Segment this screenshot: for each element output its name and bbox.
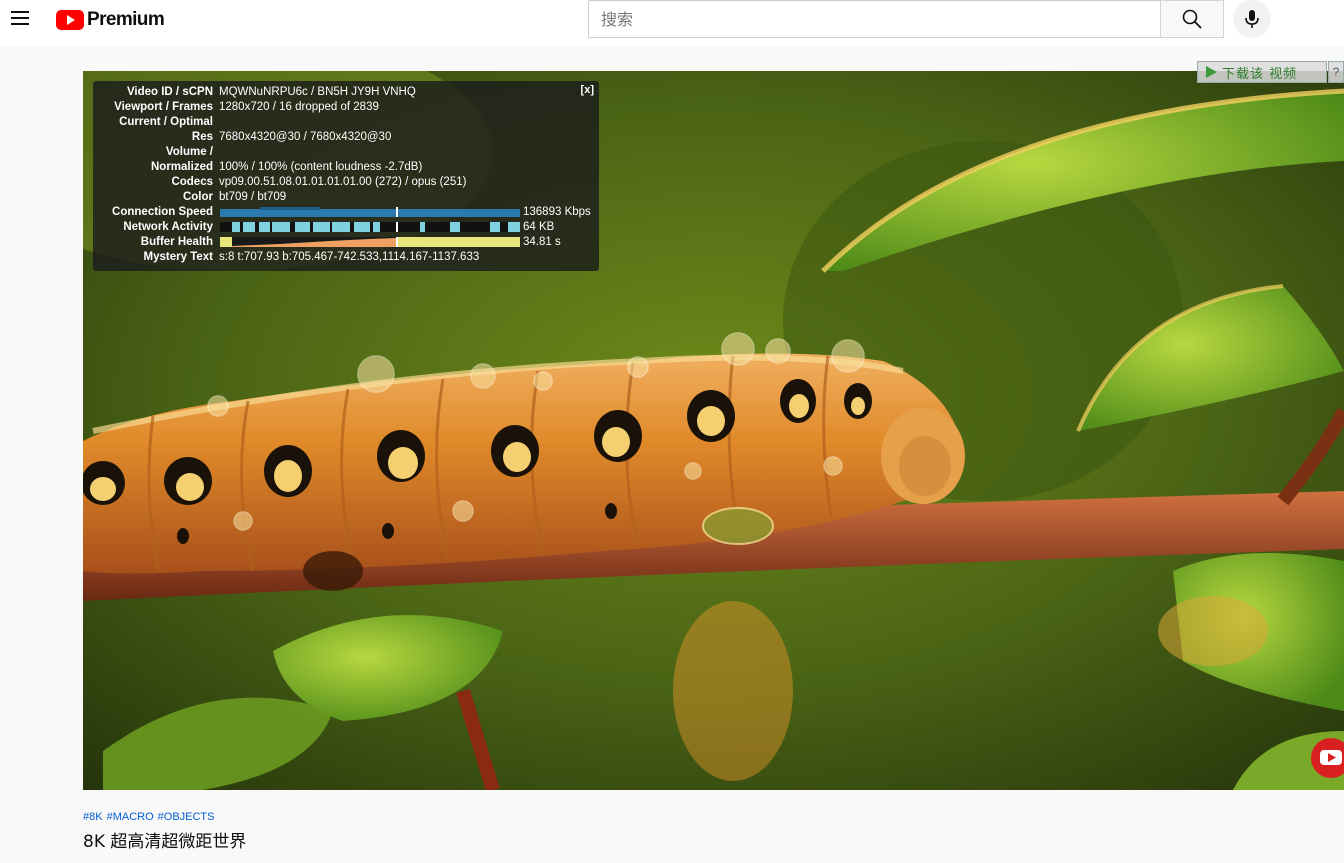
stat-label: Current / Optimal bbox=[119, 116, 213, 128]
youtube-premium-logo[interactable]: Premium bbox=[56, 9, 165, 31]
download-label: 下载该 视频 bbox=[1222, 66, 1298, 82]
video-player[interactable]: [x] Video ID / sCPN MQWNuNRPU6c / BN5H J… bbox=[83, 71, 1344, 790]
stat-value: s:8 t:707.93 b:705.467-742.533,1114.167-… bbox=[219, 251, 480, 263]
microphone-icon bbox=[1245, 10, 1259, 28]
play-icon bbox=[1206, 66, 1217, 78]
stats-close-button[interactable]: [x] bbox=[581, 84, 594, 96]
stat-value: 34.81 s bbox=[523, 236, 561, 248]
stat-row-buffer-health: Buffer Health 34.81 s bbox=[93, 235, 599, 250]
masthead: Premium bbox=[0, 0, 1344, 46]
stat-value: 1280x720 / 16 dropped of 2839 bbox=[219, 101, 379, 113]
connection-speed-graph bbox=[220, 207, 520, 217]
logo-text: Premium bbox=[87, 9, 165, 30]
subscribe-watermark-icon[interactable] bbox=[1311, 738, 1344, 778]
download-video-button[interactable]: 下载该 视频 bbox=[1197, 61, 1327, 83]
stat-value: 64 KB bbox=[523, 221, 555, 233]
hashtags: #8K #MACRO #OBJECTS bbox=[83, 811, 219, 823]
hashtag-link[interactable]: #OBJECTS bbox=[158, 811, 215, 823]
buffer-health-graph bbox=[220, 237, 520, 247]
stat-row-network-activity: Network Activity 64 KB bbox=[93, 220, 599, 235]
stat-value: MQWNuNRPU6c / BN5H JY9H VNHQ bbox=[219, 86, 416, 98]
stat-label: Volume / bbox=[165, 146, 213, 158]
stat-label: Viewport / Frames bbox=[114, 101, 213, 113]
stat-row-connection-speed: Connection Speed 136893 Kbps bbox=[93, 205, 599, 220]
search-icon bbox=[1182, 9, 1202, 29]
youtube-play-icon bbox=[56, 10, 84, 30]
help-button[interactable]: ? bbox=[1328, 61, 1344, 83]
stat-label: Mystery Text bbox=[143, 251, 213, 263]
voice-search-button[interactable] bbox=[1233, 0, 1271, 38]
stat-value: 136893 Kbps bbox=[523, 206, 591, 218]
stat-label: Video ID / sCPN bbox=[126, 86, 213, 98]
stat-label: Res bbox=[191, 131, 213, 143]
stat-value: 100% / 100% (content loudness -2.7dB) bbox=[219, 161, 423, 173]
stat-label: Normalized bbox=[151, 161, 213, 173]
search-button[interactable] bbox=[1160, 0, 1224, 38]
network-activity-graph bbox=[220, 222, 520, 232]
stat-label: Codecs bbox=[171, 176, 213, 188]
search-box bbox=[588, 0, 1161, 38]
stat-value: vp09.00.51.08.01.01.01.01.00 (272) / opu… bbox=[219, 176, 467, 188]
hashtag-link[interactable]: #8K bbox=[83, 811, 103, 823]
hashtag-link[interactable]: #MACRO bbox=[107, 811, 154, 823]
stat-label: Color bbox=[182, 191, 213, 203]
hamburger-menu-icon[interactable] bbox=[6, 4, 34, 32]
stats-for-nerds-panel: [x] Video ID / sCPN MQWNuNRPU6c / BN5H J… bbox=[93, 81, 599, 271]
video-title: 8K 超高清超微距世界 bbox=[83, 832, 247, 852]
stat-label: Network Activity bbox=[123, 221, 213, 233]
stat-label: Connection Speed bbox=[112, 206, 213, 218]
search-input[interactable] bbox=[589, 1, 1161, 37]
stat-label: Buffer Health bbox=[140, 236, 213, 248]
stat-value: 7680x4320@30 / 7680x4320@30 bbox=[219, 131, 392, 143]
stat-value: bt709 / bt709 bbox=[219, 191, 287, 203]
